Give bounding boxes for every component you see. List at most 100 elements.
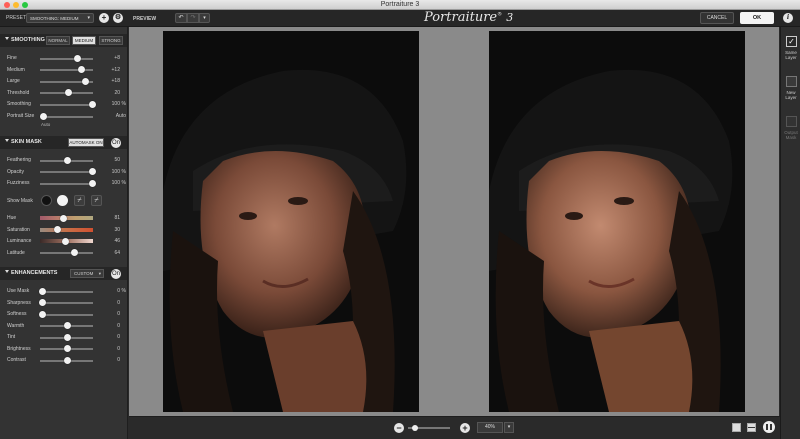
- slider-fine[interactable]: Fine +8: [0, 53, 127, 63]
- slider-knob[interactable]: [89, 168, 96, 175]
- slider-track[interactable]: [40, 115, 93, 118]
- slider-use-mask[interactable]: Use Mask 0%: [0, 286, 127, 296]
- portrait-image: [163, 31, 419, 412]
- slider-knob[interactable]: [71, 249, 78, 256]
- slider-value: 100: [111, 180, 120, 186]
- eyedropper-plus-icon[interactable]: ⌿: [91, 195, 102, 206]
- split-vertical-view-button[interactable]: [763, 421, 775, 433]
- slider-contrast[interactable]: Contrast 0: [0, 355, 127, 365]
- mode-medium-button[interactable]: MEDIUM: [72, 36, 96, 45]
- slider-label: Use Mask: [7, 288, 30, 294]
- mode-normal-label: NORMAL: [48, 38, 68, 43]
- slider-knob[interactable]: [64, 333, 71, 341]
- mode-strong-button[interactable]: STRONG: [99, 36, 123, 45]
- slider-track[interactable]: [40, 103, 93, 106]
- slider-value: 0: [117, 357, 120, 363]
- slider-track[interactable]: [40, 227, 93, 232]
- enhancements-header[interactable]: ENHANCEMENTS CUSTOM ▾ On: [0, 267, 127, 280]
- slider-sharpness[interactable]: Sharpness 0: [0, 298, 127, 308]
- redo-button[interactable]: ↷: [187, 13, 199, 23]
- slider-knob[interactable]: [89, 100, 96, 108]
- history-dropdown[interactable]: ▾: [199, 13, 210, 23]
- slider-knob[interactable]: [39, 310, 46, 318]
- slider-track[interactable]: [40, 252, 93, 254]
- slider-threshold[interactable]: Threshold 20: [0, 88, 127, 98]
- slider-track[interactable]: [40, 171, 93, 173]
- mask-color-white-swatch[interactable]: [57, 195, 68, 206]
- new-layer-checkbox[interactable]: [786, 76, 797, 87]
- split-horizontal-view-button[interactable]: [747, 423, 756, 432]
- retouched-photo: [489, 31, 745, 412]
- slider-large[interactable]: Large +18: [0, 76, 127, 86]
- slider-value: 64: [114, 249, 120, 256]
- slider-warmth[interactable]: Warmth 0: [0, 321, 127, 331]
- zoom-slider-knob[interactable]: [412, 425, 419, 431]
- slider-opacity[interactable]: Opacity 100%: [0, 167, 127, 177]
- split-line: [766, 424, 768, 430]
- zoom-dropdown[interactable]: ▾: [504, 422, 514, 433]
- slider-medium[interactable]: Medium +12: [0, 65, 127, 75]
- slider-track[interactable]: [40, 313, 93, 316]
- slider-feathering[interactable]: Feathering 50: [0, 155, 127, 165]
- slider-value: +8: [114, 55, 120, 61]
- enhancements-mode-dropdown[interactable]: CUSTOM ▾: [70, 269, 104, 278]
- slider-track[interactable]: [40, 216, 93, 220]
- zoom-out-button[interactable]: −: [394, 423, 404, 433]
- slider-label: Hue: [7, 215, 17, 221]
- slider-knob[interactable]: [62, 237, 69, 245]
- preset-dropdown[interactable]: SMOOTHING: MEDIUM ▾: [26, 13, 94, 23]
- new-layer-label: New Layer: [785, 90, 797, 100]
- slider-knob[interactable]: [81, 77, 89, 85]
- ok-button[interactable]: OK: [740, 12, 774, 24]
- slider-track[interactable]: [40, 290, 93, 293]
- enhancements-toggle[interactable]: On: [111, 268, 121, 279]
- mask-color-black-swatch[interactable]: [41, 195, 52, 206]
- slider-latitude[interactable]: Latitude 64: [0, 248, 127, 258]
- eyedropper-icon[interactable]: ⌿: [74, 195, 85, 206]
- skin-mask-toggle[interactable]: On: [111, 137, 121, 148]
- info-button[interactable]: i: [783, 13, 793, 23]
- zoom-in-button[interactable]: +: [460, 423, 470, 433]
- slider-fuzziness[interactable]: Fuzziness 100%: [0, 178, 127, 188]
- slider-knob[interactable]: [40, 112, 47, 120]
- slider-smoothing[interactable]: Smoothing 100%: [0, 99, 127, 109]
- slider-knob[interactable]: [54, 226, 61, 233]
- slider-knob[interactable]: [74, 54, 81, 62]
- slider-knob[interactable]: [78, 66, 85, 73]
- slider-track[interactable]: [40, 182, 93, 185]
- add-preset-button[interactable]: +: [99, 13, 109, 23]
- undo-button[interactable]: ↶: [175, 13, 187, 23]
- skin-mask-header[interactable]: SKIN MASK AUTOMASK ON On: [0, 136, 127, 149]
- same-layer-checkbox[interactable]: ✓: [786, 36, 797, 47]
- cancel-button[interactable]: CANCEL: [700, 12, 734, 24]
- slider-knob[interactable]: [64, 345, 71, 352]
- slider-knob[interactable]: [59, 214, 67, 222]
- automask-button[interactable]: AUTOMASK ON: [68, 138, 104, 147]
- slider-knob[interactable]: [65, 89, 72, 96]
- mode-normal-button[interactable]: NORMAL: [46, 36, 70, 45]
- slider-track[interactable]: [40, 57, 93, 60]
- slider-label: Saturation: [7, 226, 30, 233]
- slider-knob[interactable]: [64, 322, 71, 329]
- slider-track[interactable]: [40, 302, 93, 304]
- slider-luminance[interactable]: Luminance 46: [0, 236, 127, 246]
- slider-track[interactable]: [40, 69, 93, 71]
- output-mask-checkbox[interactable]: [786, 116, 797, 127]
- slider-tint[interactable]: Tint 0: [0, 332, 127, 342]
- slider-brightness[interactable]: Brightness 0: [0, 344, 127, 354]
- slider-knob[interactable]: [64, 156, 71, 164]
- slider-knob[interactable]: [39, 287, 46, 295]
- zoom-level-field[interactable]: 40%: [477, 422, 503, 433]
- app-logo: Portraiture® 3: [424, 10, 513, 25]
- slider-portrait-size[interactable]: Portrait Size Auto: [0, 111, 127, 121]
- slider-softness[interactable]: Softness 0: [0, 309, 127, 319]
- slider-knob[interactable]: [39, 299, 46, 306]
- slider-label: Fine: [7, 55, 17, 61]
- slider-knob[interactable]: [89, 179, 96, 187]
- single-view-button[interactable]: [732, 423, 741, 432]
- slider-knob[interactable]: [64, 356, 71, 364]
- slider-saturation[interactable]: Saturation 30: [0, 225, 127, 235]
- gear-icon[interactable]: ⚙: [113, 13, 123, 23]
- slider-hue[interactable]: Hue 81: [0, 213, 127, 223]
- smoothing-header[interactable]: SMOOTHING NORMAL MEDIUM STRONG: [0, 34, 127, 47]
